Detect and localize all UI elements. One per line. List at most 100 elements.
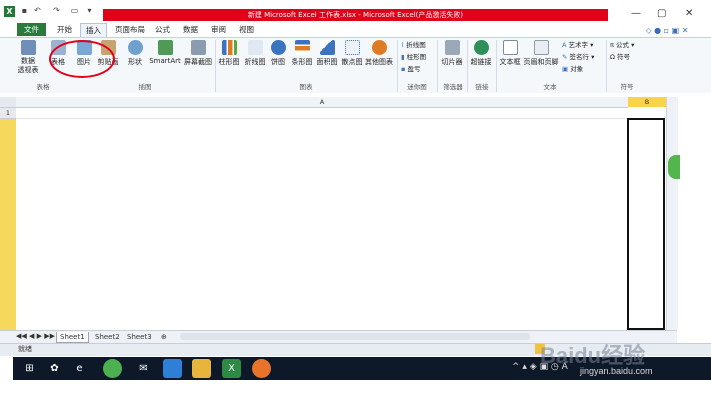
scatter-chart-button[interactable]: 散点图	[340, 40, 364, 67]
wordart-label: 艺术字	[568, 41, 589, 49]
tab-view[interactable]: 视图	[234, 23, 259, 36]
group-links-label: 链接	[475, 83, 489, 91]
undo-icon[interactable]: ↶	[33, 6, 42, 15]
scatter-chart-label: 散点图	[341, 58, 363, 66]
minimize-button[interactable]: —	[631, 8, 641, 19]
other-charts-label: 其他图表	[365, 58, 393, 66]
signature-icon: ✎	[562, 53, 568, 61]
bar-chart-icon	[294, 40, 310, 55]
slicer-button[interactable]: 切片器	[440, 40, 464, 67]
sheet-nav-icons[interactable]: ◀◀ ◀ ▶ ▶▶	[16, 332, 55, 340]
wordart-icon: A	[562, 41, 567, 49]
insert-sheet-icon[interactable]: ⊕	[158, 332, 170, 342]
tab-insert[interactable]: 插入	[80, 23, 107, 37]
redo-icon[interactable]: ↷	[52, 6, 61, 15]
sheet-tab-2[interactable]: Sheet2	[92, 332, 123, 342]
group-separator	[496, 40, 497, 92]
pie-chart-button[interactable]: 饼图	[268, 40, 288, 67]
equation-button[interactable]: π 公式 ▾	[610, 40, 634, 51]
excel-taskbar-icon[interactable]: X	[222, 359, 241, 378]
object-button[interactable]: ▣ 对象	[562, 64, 583, 75]
sparkline-column-icon: ▮	[401, 53, 405, 61]
pie-chart-icon	[270, 40, 286, 55]
vertical-scrollbar[interactable]	[666, 97, 678, 330]
hyperlink-button[interactable]: 超链接	[469, 40, 493, 67]
sparkline-line-icon: ⌇	[401, 41, 405, 49]
area-chart-icon	[319, 40, 335, 55]
help-icon[interactable]: ⬦ ● ▫ ▣ ✕	[646, 26, 688, 36]
screenshot-label: 屏幕截图	[184, 58, 212, 66]
tab-data[interactable]: 数据	[178, 23, 203, 36]
shapes-button[interactable]: 形状	[124, 40, 146, 67]
browser-icon[interactable]: e	[70, 359, 89, 378]
app-green-icon[interactable]	[103, 359, 122, 378]
app-icon[interactable]: ✿	[45, 359, 64, 378]
column-header-b[interactable]: B	[628, 97, 666, 107]
object-label: 对象	[570, 65, 584, 73]
sparkline-winloss-button[interactable]: ▪ 盈亏	[401, 64, 420, 75]
select-all-corner[interactable]	[0, 97, 16, 108]
start-icon[interactable]: ⊞	[20, 359, 39, 378]
hyperlink-label: 超链接	[470, 58, 492, 66]
signature-label: 签名行	[569, 53, 590, 61]
worksheet-grid[interactable]	[16, 108, 628, 330]
app-orange-icon[interactable]	[252, 359, 271, 378]
screenshot-button[interactable]: 屏幕截图	[183, 40, 213, 67]
open-icon[interactable]: ▭	[70, 6, 79, 15]
pivot-table-button[interactable]: 数据 透视表	[12, 40, 44, 75]
tab-file[interactable]: 文件	[17, 23, 46, 36]
selected-cell-b[interactable]	[627, 118, 665, 330]
equation-label: 公式	[616, 41, 629, 49]
textbox-label: 文本框	[499, 58, 521, 66]
horizontal-scrollbar[interactable]	[180, 333, 530, 340]
column-chart-button[interactable]: 柱形图	[217, 40, 241, 67]
group-illustrations-label: 插图	[138, 83, 152, 91]
customize-qa-icon[interactable]: ▾	[85, 6, 94, 15]
group-tables-label: 表格	[36, 83, 50, 91]
close-button[interactable]: ✕	[685, 8, 693, 19]
other-charts-button[interactable]: 其他图表	[364, 40, 394, 67]
line-chart-button[interactable]: 折线图	[243, 40, 267, 67]
side-widget-icon[interactable]	[668, 155, 680, 179]
wordart-button[interactable]: A 艺术字 ▾	[562, 40, 593, 51]
tab-page-layout[interactable]: 页面布局	[110, 23, 150, 36]
sparkline-line-label: 折线图	[406, 41, 426, 49]
row-header-1[interactable]: 1	[0, 108, 16, 119]
textbox-icon	[502, 40, 518, 55]
sparkline-column-label: 柱形图	[406, 53, 427, 61]
mail-icon[interactable]: ✉	[134, 359, 153, 378]
line-chart-label: 折线图	[244, 58, 266, 66]
signature-line-button[interactable]: ✎ 签名行 ▾	[562, 52, 594, 63]
sparkline-line-button[interactable]: ⌇ 折线图	[401, 40, 426, 51]
header-footer-label: 页眉和页脚	[523, 58, 559, 66]
column-header-a[interactable]: A	[16, 97, 628, 108]
line-chart-icon	[247, 40, 263, 55]
annotation-circle	[49, 40, 115, 78]
sheet-tab-3[interactable]: Sheet3	[124, 332, 155, 342]
tab-formulas[interactable]: 公式	[150, 23, 175, 36]
symbol-button[interactable]: Ω 符号	[610, 52, 630, 63]
tab-home[interactable]: 开始	[52, 23, 77, 36]
status-text: 就绪	[18, 345, 32, 353]
group-sparklines-label: 迷你图	[407, 83, 427, 91]
pi-icon: π	[610, 41, 614, 49]
tab-review[interactable]: 审阅	[206, 23, 231, 36]
symbol-label: 符号	[617, 53, 631, 61]
area-chart-label: 面积图	[316, 58, 338, 66]
watermark-url: jingyan.baidu.com	[580, 366, 653, 376]
sheet-tab-1[interactable]: Sheet1	[56, 332, 89, 343]
slicer-label: 切片器	[441, 58, 463, 66]
smartart-icon	[157, 40, 173, 55]
header-footer-button[interactable]: 页眉和页脚	[522, 40, 560, 67]
bar-chart-button[interactable]: 条形图	[290, 40, 314, 67]
save-icon[interactable]: ▪	[20, 6, 29, 15]
sparkline-column-button[interactable]: ▮ 柱形图	[401, 52, 426, 63]
app-blue-icon[interactable]	[163, 359, 182, 378]
area-chart-button[interactable]: 面积图	[315, 40, 339, 67]
restore-button[interactable]: ▢	[657, 8, 666, 19]
slicer-icon	[444, 40, 460, 55]
group-symbols-label: 符号	[620, 83, 634, 91]
folder-icon[interactable]	[192, 359, 211, 378]
smartart-button[interactable]: SmartArt	[148, 40, 182, 65]
textbox-button[interactable]: 文本框	[498, 40, 522, 67]
